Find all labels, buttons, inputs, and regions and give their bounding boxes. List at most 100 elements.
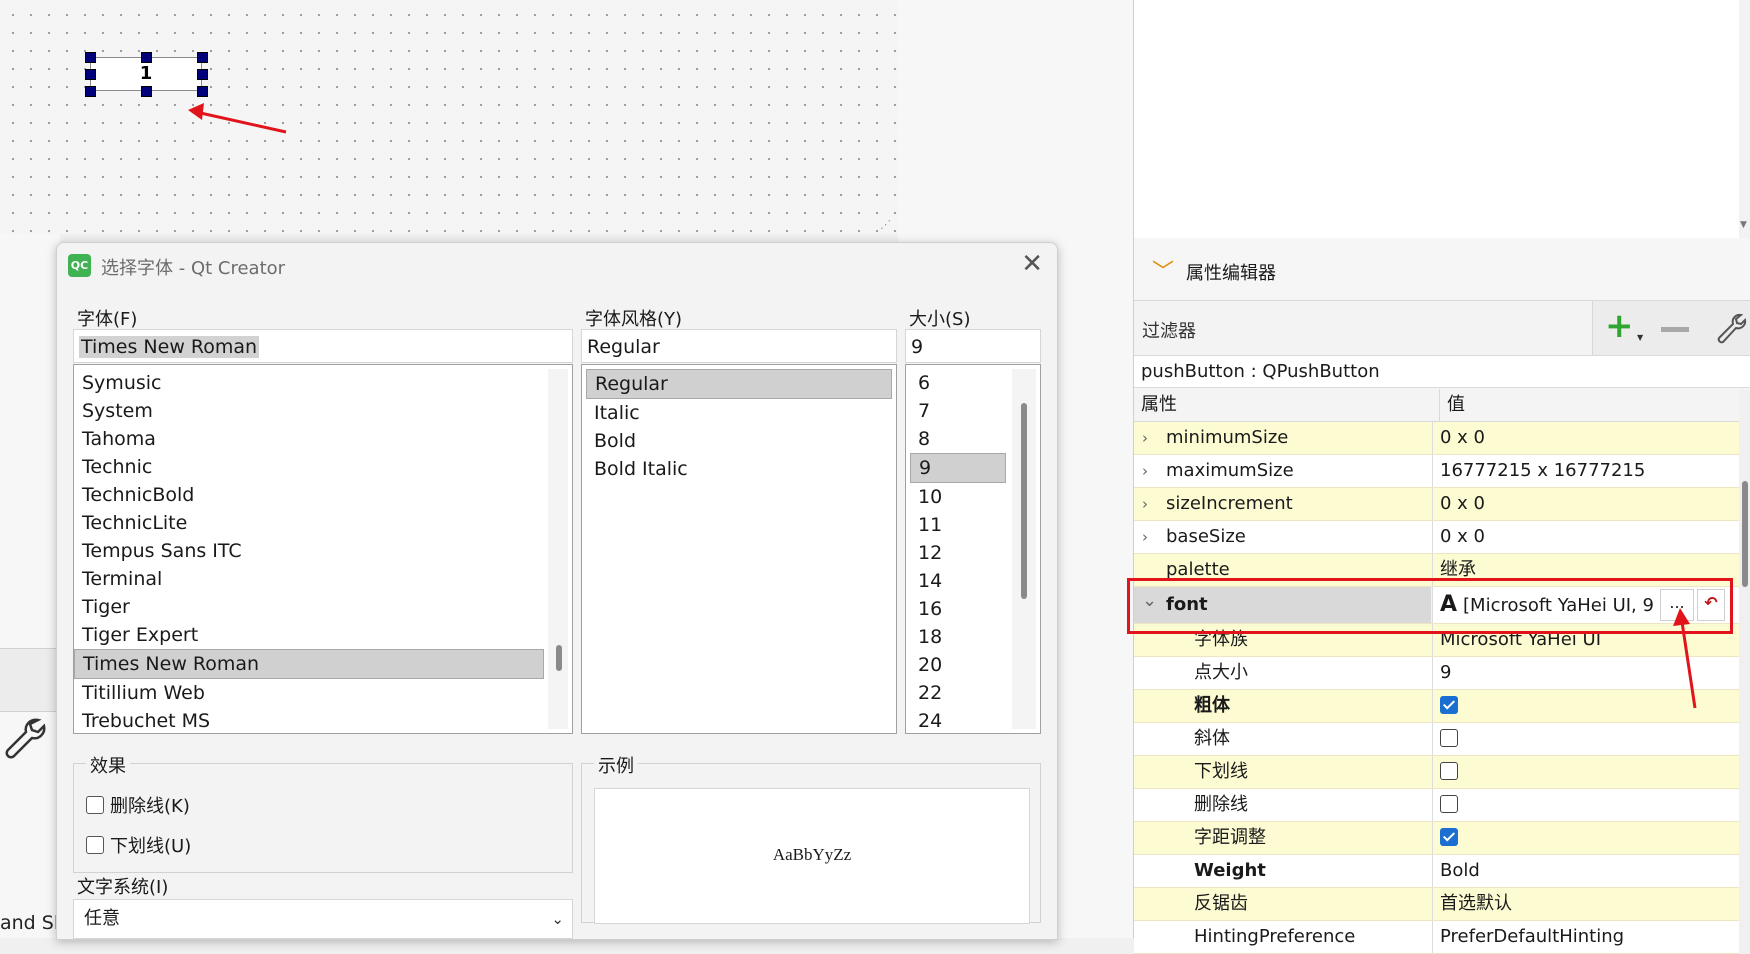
property-value-cell[interactable]: 0 x 0 [1432, 488, 1739, 520]
dialog-titlebar[interactable]: QC 选择字体 - Qt Creator ✕ [57, 243, 1057, 287]
property-name-cell[interactable]: › minimumSize [1134, 422, 1431, 454]
chevron-right-icon[interactable]: › [1142, 488, 1148, 520]
property-row[interactable]: 粗体 [1134, 690, 1739, 723]
object-inspector-scrollbar[interactable]: ▼ [1739, 0, 1750, 238]
font-style-item[interactable]: Bold [586, 427, 892, 455]
property-row[interactable]: › sizeIncrement 0 x 0 [1134, 488, 1739, 521]
property-name-cell[interactable]: › maximumSize [1134, 455, 1431, 487]
font-family-item[interactable]: Trebuchet MS [74, 707, 544, 733]
property-value-cell[interactable] [1432, 756, 1739, 788]
property-name-cell[interactable]: 斜体 [1134, 723, 1431, 755]
property-name-cell[interactable]: 粗体 [1134, 690, 1431, 722]
resize-handle[interactable] [197, 69, 208, 80]
resize-handle[interactable] [197, 86, 208, 97]
font-size-list[interactable]: 6 7 8 9 10 11 12 14 16 18 20 22 24 [905, 364, 1041, 734]
wrench-tool-icon[interactable] [0, 712, 60, 772]
font-family-item[interactable]: Tempus Sans ITC [74, 537, 544, 565]
filter-input[interactable]: 过滤器 [1142, 317, 1196, 343]
canvas-resize-grip[interactable]: ⋰ [880, 218, 891, 231]
property-value-cell[interactable] [1432, 690, 1739, 722]
font-more-button[interactable]: ... [1660, 589, 1694, 621]
font-size-item[interactable]: 6 [910, 369, 1006, 397]
property-row[interactable]: 斜体 [1134, 723, 1739, 756]
strikeout-checkbox-box[interactable] [86, 796, 104, 814]
property-editor-header[interactable]: ﹀ 属性编辑器 [1134, 238, 1750, 301]
font-family-list[interactable]: Symusic System Tahoma Technic TechnicBold Tec… [73, 364, 573, 734]
property-name-cell[interactable]: HintingPreference [1134, 921, 1431, 953]
resize-handle[interactable] [141, 86, 152, 97]
property-row[interactable]: › baseSize 0 x 0 [1134, 521, 1739, 554]
chevron-right-icon[interactable]: › [1142, 455, 1148, 487]
strikeout-checkbox[interactable]: 删除线(K) [86, 792, 190, 818]
font-family-item[interactable]: System [74, 397, 544, 425]
font-size-item[interactable]: 8 [910, 425, 1006, 453]
font-family-item[interactable]: TechnicLite [74, 509, 544, 537]
property-name-cell[interactable]: › sizeIncrement [1134, 488, 1431, 520]
property-value-cell[interactable]: 9 [1432, 657, 1739, 689]
property-row[interactable]: Weight Bold [1134, 855, 1739, 888]
property-table-scrollbar[interactable] [1739, 389, 1750, 938]
property-name-cell[interactable]: 删除线 [1134, 789, 1431, 821]
property-row[interactable]: palette 继承 [1134, 554, 1739, 587]
font-size-item[interactable]: 12 [910, 539, 1006, 567]
property-row[interactable]: 字体族 Microsoft YaHei UI [1134, 624, 1739, 657]
property-row[interactable]: 点大小 9 [1134, 657, 1739, 690]
font-family-input[interactable]: Times New Roman [73, 329, 573, 363]
property-value-cell[interactable]: Bold [1432, 855, 1739, 887]
close-icon[interactable]: ✕ [1021, 249, 1043, 279]
property-checkbox[interactable] [1440, 695, 1458, 714]
reset-icon[interactable]: ↶ [1697, 589, 1725, 621]
chevron-down-icon[interactable]: ﹀ [1152, 254, 1174, 286]
add-property-icon[interactable]: + [1605, 309, 1634, 343]
configure-icon[interactable] [1715, 311, 1749, 349]
form-canvas[interactable]: 1 ⋰ [0, 0, 898, 234]
property-value-cell[interactable] [1432, 789, 1739, 821]
resize-handle[interactable] [141, 52, 152, 63]
font-family-item[interactable]: Tiger [74, 593, 544, 621]
property-value-cell[interactable] [1432, 822, 1739, 854]
property-name-cell[interactable]: 字体族 [1134, 624, 1431, 656]
resize-handle[interactable] [85, 69, 96, 80]
property-row[interactable]: › minimumSize 0 x 0 [1134, 422, 1739, 455]
chevron-right-icon[interactable]: › [1142, 422, 1148, 454]
property-name-cell[interactable]: Weight [1134, 855, 1431, 887]
font-size-input[interactable]: 9 [905, 329, 1041, 363]
font-style-list[interactable]: Regular Italic Bold Bold Italic [581, 364, 897, 734]
property-name-cell[interactable]: 字距调整 [1134, 822, 1431, 854]
property-name-cell[interactable]: ⌄ font [1134, 587, 1431, 623]
font-family-item[interactable]: Times New Roman [74, 649, 544, 679]
property-value-cell[interactable]: 0 x 0 [1432, 422, 1739, 454]
scroll-down-icon[interactable]: ▼ [1740, 220, 1747, 230]
property-name-cell[interactable]: 反锯齿 [1134, 888, 1431, 920]
property-name-cell[interactable]: palette [1134, 554, 1431, 586]
font-style-item[interactable]: Bold Italic [586, 455, 892, 483]
font-size-item[interactable]: 7 [910, 397, 1006, 425]
font-family-item[interactable]: Tiger Expert [74, 621, 544, 649]
property-value-cell[interactable]: 0 x 0 [1432, 521, 1739, 553]
property-value-cell[interactable] [1432, 723, 1739, 755]
font-size-item[interactable]: 9 [910, 453, 1006, 483]
property-checkbox[interactable] [1440, 794, 1458, 813]
underline-checkbox[interactable]: 下划线(U) [86, 832, 191, 858]
font-family-item[interactable]: Technic [74, 453, 544, 481]
property-checkbox[interactable] [1440, 728, 1458, 747]
remove-property-icon[interactable] [1661, 327, 1689, 332]
font-family-item[interactable]: Symusic [74, 369, 544, 397]
property-value-cell[interactable]: 首选默认 [1432, 888, 1739, 920]
property-row[interactable]: ⌄ font A [Microsoft YaHei UI, 9... ↶ [1134, 587, 1739, 624]
chevron-right-icon[interactable]: › [1142, 521, 1148, 553]
font-style-item[interactable]: Italic [586, 399, 892, 427]
property-checkbox[interactable] [1440, 827, 1458, 846]
font-size-item[interactable]: 10 [910, 483, 1006, 511]
property-row[interactable]: 下划线 [1134, 756, 1739, 789]
underline-checkbox-box[interactable] [86, 836, 104, 854]
property-value-cell[interactable]: 16777215 x 16777215 [1432, 455, 1739, 487]
font-family-item[interactable]: TechnicBold [74, 481, 544, 509]
font-size-item[interactable]: 14 [910, 567, 1006, 595]
chevron-down-icon[interactable]: ▼ [1637, 333, 1643, 342]
chevron-down-icon[interactable]: ⌄ [551, 900, 564, 938]
font-family-item[interactable]: Tahoma [74, 425, 544, 453]
font-size-item[interactable]: 11 [910, 511, 1006, 539]
property-name-cell[interactable]: › baseSize [1134, 521, 1431, 553]
resize-handle[interactable] [85, 52, 96, 63]
